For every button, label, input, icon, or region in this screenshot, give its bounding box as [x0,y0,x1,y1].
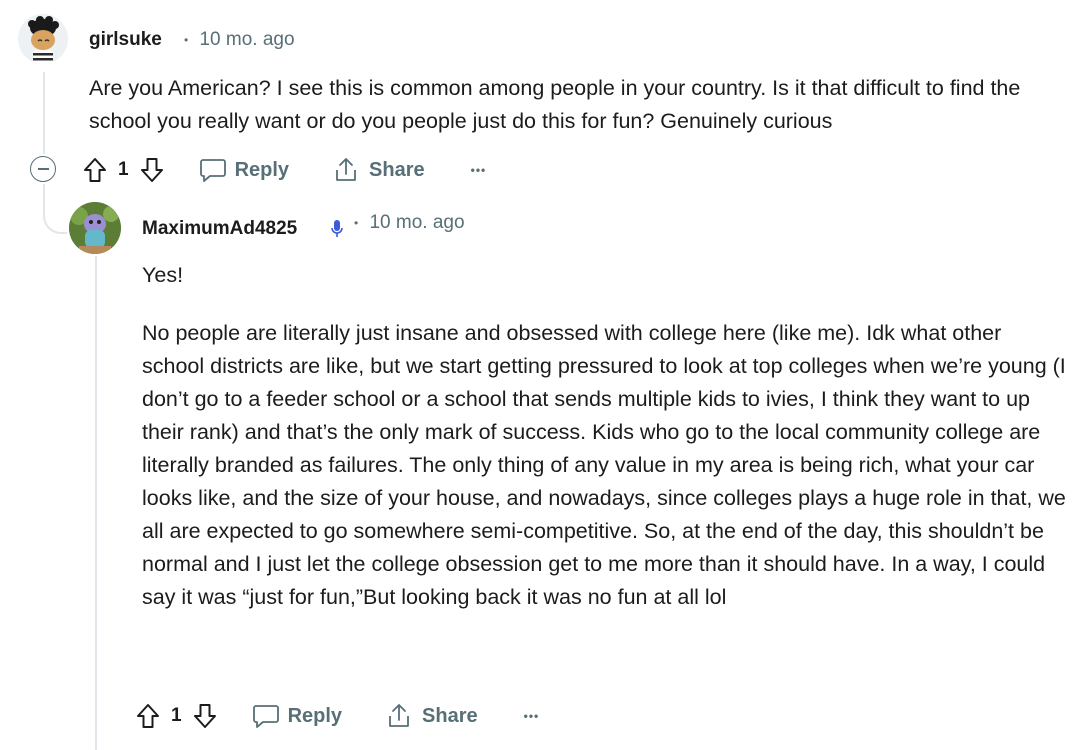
timestamp[interactable]: 10 mo. ago [369,212,464,233]
comment-actions: 1 Reply Share ••• [82,153,486,187]
downvote-icon [193,704,216,728]
comment-paragraph: No people are literally just insane and … [142,321,1066,609]
thread-line [43,184,45,194]
downvote-button[interactable] [139,156,165,184]
snoo-avatar-icon [18,14,68,64]
vote-count: 1 [118,159,129,180]
upvote-button[interactable] [135,702,161,730]
comment-body: Yes! No people are literally just insane… [142,259,1067,614]
avatar[interactable] [18,14,68,64]
share-label: Share [369,158,425,181]
meta-separator: • [184,32,189,47]
comment-paragraph: Are you American? I see this is common a… [89,76,1021,133]
comment-icon [252,705,279,728]
badge [330,218,344,245]
collapse-button[interactable] [30,156,56,182]
microphone-icon [331,220,343,237]
share-label: Share [422,704,478,727]
more-options-icon[interactable]: ••• [471,163,487,177]
comment-paragraph: Yes! [142,263,184,287]
upvote-icon [137,704,159,728]
comment-actions: 1 Reply Share ••• [135,699,539,733]
reply-label: Reply [234,158,290,181]
thread-line [43,72,45,154]
share-button[interactable]: Share [386,702,478,730]
thread-line [95,256,97,750]
username[interactable]: MaximumAd4825 [142,218,297,240]
timestamp[interactable]: 10 mo. ago [199,29,294,50]
snoo-avatar-icon [69,202,121,254]
username[interactable]: girlsuke [89,29,162,51]
reply-button[interactable]: Reply [199,157,289,183]
share-button[interactable]: Share [333,156,425,184]
meta-separator: • [354,215,359,230]
minus-icon [37,168,49,170]
downvote-icon [140,158,163,182]
share-icon [389,704,409,727]
comment-meta: • 10 mo. ago [184,29,295,51]
share-icon [336,158,356,181]
reply-label: Reply [287,704,343,727]
comment-body: Are you American? I see this is common a… [89,72,1069,138]
avatar[interactable] [69,202,121,254]
comment-meta: • 10 mo. ago [354,212,465,234]
comment-icon [199,159,226,182]
thread-connector [43,190,67,234]
downvote-button[interactable] [192,702,218,730]
upvote-icon [84,158,106,182]
vote-count: 1 [171,705,182,726]
reply-button[interactable]: Reply [252,703,342,729]
more-options-icon[interactable]: ••• [524,709,540,723]
upvote-button[interactable] [82,156,108,184]
